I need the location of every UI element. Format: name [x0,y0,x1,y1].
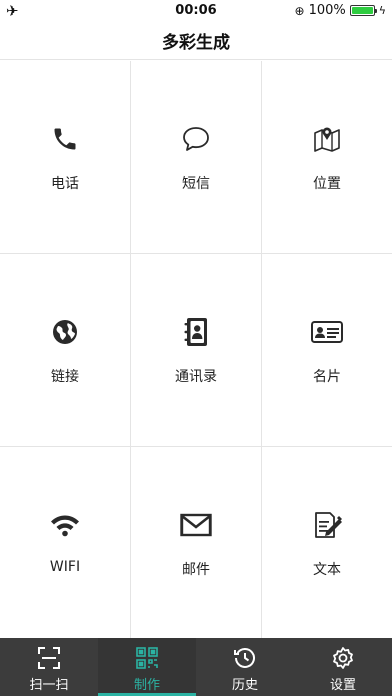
grid-item-label: 名片 [313,369,341,385]
tab-scan[interactable]: 扫一扫 [0,638,98,696]
grid-item-link[interactable]: 链接 [0,254,131,447]
tab-bar: 扫一扫 制作 历史 设置 [0,638,392,696]
charging-icon: ϟ [378,4,386,17]
grid-item-contacts[interactable]: 通讯录 [131,254,262,447]
contacts-book-icon [180,316,212,348]
grid-item-text[interactable]: 文本 [262,447,392,638]
tab-label: 扫一扫 [29,678,69,693]
battery-icon [349,5,377,16]
edit-document-icon [311,509,343,541]
orientation-lock-icon: ⊕ [294,3,305,18]
qr-code-icon [134,645,160,671]
battery-fill [351,7,373,14]
grid-item-label: 邮件 [182,562,210,578]
tab-label: 历史 [231,678,258,693]
phone-icon [49,123,81,155]
mail-icon [180,509,212,541]
grid-item-label: 通讯录 [175,369,217,385]
grid-item-label: WIFI [49,559,81,575]
grid-item-mail[interactable]: 邮件 [131,447,262,638]
page-title: 多彩生成 [162,33,230,53]
globe-icon [49,316,81,348]
grid-item-business-card[interactable]: 名片 [262,254,392,447]
title-bar: 多彩生成 [0,22,392,60]
grid-item-label: 位置 [313,176,341,192]
tab-label: 制作 [133,678,160,693]
tab-create[interactable]: 制作 [98,638,196,696]
gear-icon [330,645,356,671]
grid-item-label: 链接 [51,369,79,385]
tab-history[interactable]: 历史 [196,638,294,696]
grid-item-sms[interactable]: 短信 [131,61,262,254]
status-right: ⊕ 100% ϟ [295,3,387,18]
grid-item-label: 短信 [182,176,210,192]
chat-bubble-icon [180,123,212,155]
grid-item-location[interactable]: 位置 [262,61,392,254]
wifi-icon [49,509,81,541]
grid-item-label: 电话 [51,176,79,192]
id-card-icon [311,316,343,348]
tab-label: 设置 [329,678,356,693]
scan-icon [36,645,62,671]
battery-percent: 100% [308,3,346,18]
grid-item-phone[interactable]: 电话 [0,61,131,254]
tab-settings[interactable]: 设置 [294,638,392,696]
grid-item-wifi[interactable]: WIFI [0,447,131,638]
map-icon [311,123,343,155]
generator-grid: 电话 短信 位置 链接 通讯录 名片 WIFI 邮件 文本 [0,61,392,638]
history-icon [232,645,258,671]
status-bar: ✈ 00:06 ⊕ 100% ϟ [0,0,392,22]
grid-item-label: 文本 [313,562,341,578]
